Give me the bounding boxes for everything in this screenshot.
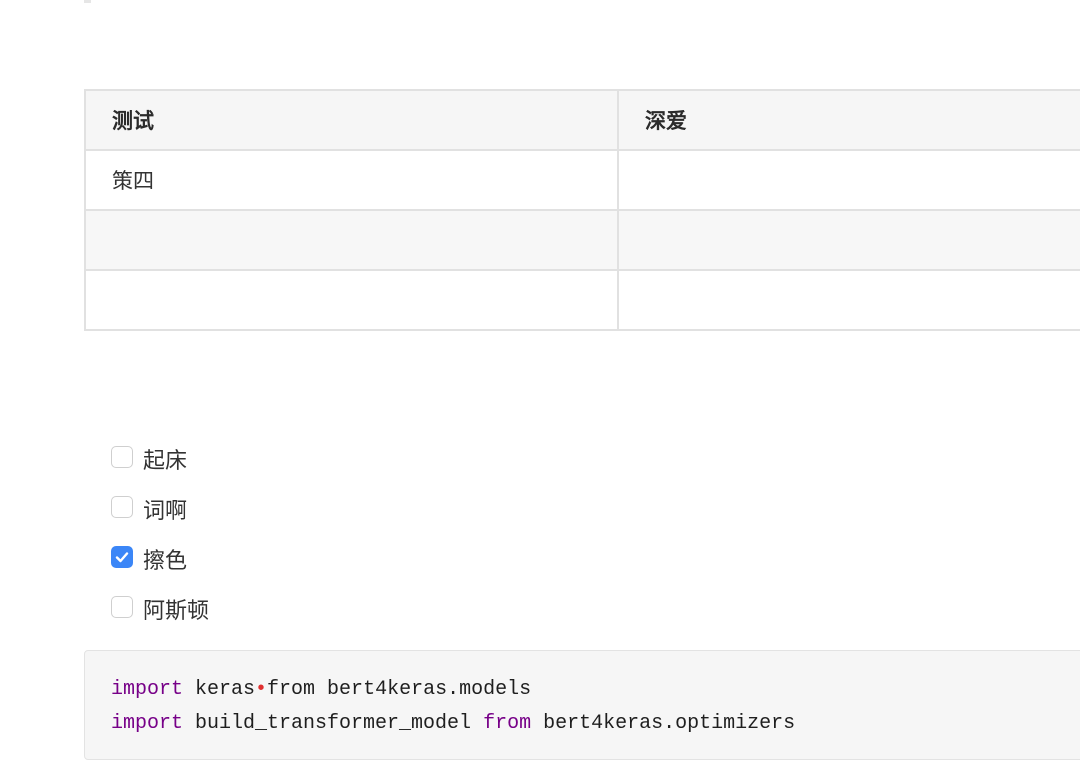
code-line: import build_transformer_model from bert…	[111, 707, 1080, 741]
table-cell[interactable]	[617, 269, 1080, 331]
checkmark-icon	[115, 552, 129, 563]
data-table: 测试 深爱 策四	[84, 89, 1080, 331]
task-label: 阿斯顿	[143, 599, 210, 624]
table-cell[interactable]	[84, 269, 619, 331]
task-checkbox[interactable]	[111, 446, 133, 468]
code-text: keras	[183, 678, 256, 701]
code-text: bert4keras.optimizers	[531, 712, 796, 735]
table-cell[interactable]	[617, 149, 1080, 211]
table-header-cell[interactable]: 深爱	[617, 89, 1080, 151]
bullet-marker: •	[255, 678, 268, 701]
task-item: 起床	[111, 434, 209, 484]
task-item: 擦色	[111, 534, 209, 584]
table-header-row: 测试 深爱	[84, 89, 1080, 151]
task-item: 词啊	[111, 484, 209, 534]
table-row: 策四	[84, 149, 1080, 211]
code-block[interactable]: import keras•from bert4keras.models impor…	[84, 650, 1080, 760]
code-line: import keras•from bert4keras.models	[111, 673, 1080, 707]
table-cell[interactable]	[617, 209, 1080, 271]
task-label: 擦色	[143, 549, 188, 574]
table-row	[84, 209, 1080, 271]
task-checkbox[interactable]	[111, 596, 133, 618]
table-row	[84, 269, 1080, 331]
task-checkbox[interactable]	[111, 496, 133, 518]
top-edge-marker	[84, 0, 91, 3]
task-list: 起床 词啊 擦色 阿斯顿	[111, 434, 209, 634]
task-label: 词啊	[143, 499, 188, 524]
code-keyword: import	[111, 712, 184, 735]
task-checkbox-checked[interactable]	[111, 546, 133, 568]
task-label: 起床	[143, 449, 188, 474]
code-text: from bert4keras.models	[267, 678, 532, 701]
table-header-cell[interactable]: 测试	[84, 89, 619, 151]
table-cell[interactable]: 策四	[84, 149, 619, 211]
code-keyword: import	[111, 678, 184, 701]
code-text: build_transformer_model	[183, 712, 484, 735]
code-keyword: from	[483, 712, 532, 735]
table-cell[interactable]	[84, 209, 619, 271]
task-item: 阿斯顿	[111, 584, 209, 634]
